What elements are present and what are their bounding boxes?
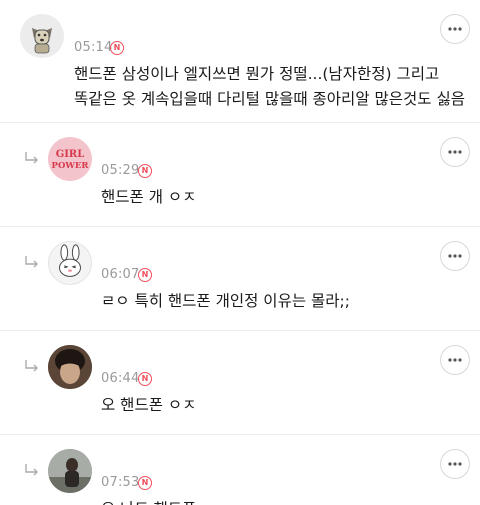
more-horizontal-icon — [448, 358, 462, 362]
comment-time: 05:29 — [101, 163, 140, 178]
svg-text:POWER: POWER — [52, 161, 90, 171]
comment-text-line: 오 나도 핸드폰 — [101, 497, 196, 505]
reply-arrow-icon — [25, 360, 38, 372]
comment-text: ㄹㅇ 특히 핸드폰 개인정 이유는 몰라;; — [101, 289, 350, 314]
comment-item: 05:14 N 핸드폰 삼성이나 엘지쓰면 뭔가 정떨...(남자한정) 그리고… — [0, 0, 480, 122]
comment-time: 06:07 — [101, 267, 140, 282]
person-photo-avatar-icon — [48, 449, 92, 493]
avatar[interactable] — [48, 241, 92, 285]
new-badge: N — [138, 164, 152, 178]
comment-text-line: ㄹㅇ 특히 핸드폰 개인정 이유는 몰라;; — [101, 292, 350, 310]
comment-time: 05:14 — [74, 40, 113, 55]
new-badge: N — [138, 476, 152, 490]
avatar[interactable]: GIRL POWER — [48, 137, 92, 181]
comment-text: 핸드폰 삼성이나 엘지쓰면 뭔가 정떨...(남자한정) 그리고 똑같은 옷 계… — [74, 62, 465, 112]
new-badge: N — [138, 268, 152, 282]
more-options-button[interactable] — [440, 241, 470, 271]
avatar[interactable] — [20, 14, 64, 58]
comment-text: 오 핸드폰 ㅇㅈ — [101, 393, 196, 418]
more-horizontal-icon — [448, 27, 462, 31]
more-options-button[interactable] — [440, 449, 470, 479]
reply-item: 07:53 N 오 나도 핸드폰 — [0, 435, 480, 505]
person-photo-avatar-icon — [48, 345, 92, 389]
comment-text-line: 오 핸드폰 ㅇㅈ — [101, 396, 197, 414]
girl-power-avatar-icon: GIRL POWER — [48, 137, 92, 181]
dog-avatar-icon — [20, 14, 64, 58]
avatar[interactable] — [48, 345, 92, 389]
reply-item: 06:07 N ㄹㅇ 특히 핸드폰 개인정 이유는 몰라;; — [0, 227, 480, 330]
more-options-button[interactable] — [440, 345, 470, 375]
reply-arrow-icon — [25, 256, 38, 268]
comment-text: 핸드폰 개 ㅇㅈ — [101, 185, 196, 210]
comment-text-line: 똑같은 옷 계속입을때 다리털 많을때 종아리알 많은것도 싫음 — [74, 90, 465, 108]
svg-text:GIRL: GIRL — [56, 149, 85, 160]
new-badge: N — [138, 372, 152, 386]
reply-arrow-icon — [25, 464, 38, 476]
comment-time: 06:44 — [101, 371, 140, 386]
more-horizontal-icon — [448, 462, 462, 466]
more-options-button[interactable] — [440, 137, 470, 167]
reply-item: GIRL POWER 05:29 N 핸드폰 개 ㅇㅈ — [0, 123, 480, 226]
comment-text-line: 핸드폰 개 ㅇㅈ — [101, 188, 197, 206]
comment-text-line: 핸드폰 삼성이나 엘지쓰면 뭔가 정떨...(남자한정) 그리고 — [74, 65, 440, 83]
comment-text: 오 나도 핸드폰 — [101, 497, 196, 505]
new-badge: N — [110, 41, 124, 55]
rabbit-avatar-icon — [49, 242, 91, 284]
more-horizontal-icon — [448, 254, 462, 258]
comment-time: 07:53 — [101, 475, 140, 490]
reply-item: 06:44 N 오 핸드폰 ㅇㅈ — [0, 331, 480, 434]
avatar[interactable] — [48, 449, 92, 493]
reply-arrow-icon — [25, 152, 38, 164]
more-options-button[interactable] — [440, 14, 470, 44]
more-horizontal-icon — [448, 150, 462, 154]
